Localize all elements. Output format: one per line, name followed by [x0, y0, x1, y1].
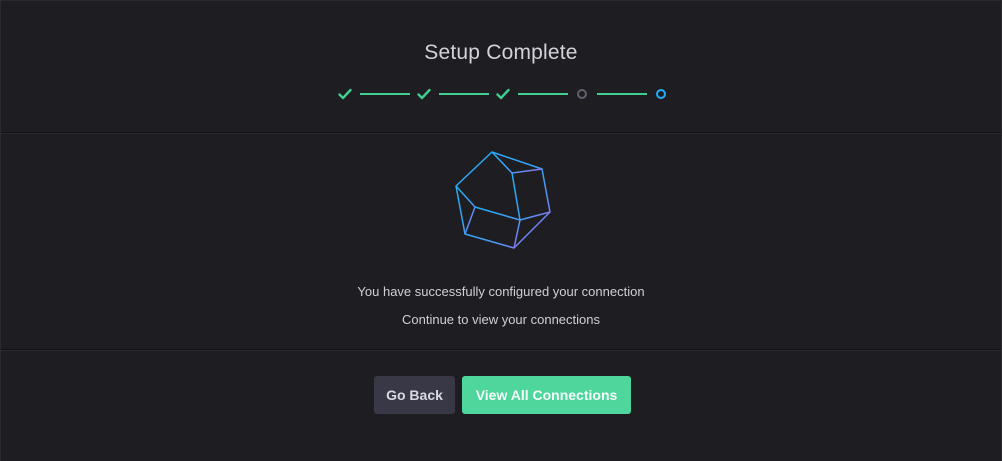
wizard-body: You have successfully configured your co… [1, 133, 1001, 350]
success-message: You have successfully configured your co… [357, 284, 645, 299]
step-connector [518, 93, 568, 95]
wizard-footer: Go Back View All Connections [1, 350, 1001, 461]
step-4-circle-icon [573, 85, 591, 103]
step-5-circle-icon [652, 85, 670, 103]
continue-message: Continue to view your connections [401, 312, 600, 327]
step-3-check-icon [494, 85, 512, 103]
wizard-frame: Setup Complete You have successfully con… [0, 0, 1002, 461]
step-connector [439, 93, 489, 95]
crystal-icon [455, 151, 551, 249]
step-2-check-icon [415, 85, 433, 103]
step-connector [597, 93, 647, 95]
wizard-header: Setup Complete [1, 1, 1001, 133]
go-back-button[interactable]: Go Back [374, 376, 455, 414]
page-title: Setup Complete [424, 41, 578, 64]
view-all-connections-button[interactable]: View All Connections [462, 376, 631, 414]
step-1-check-icon [336, 85, 354, 103]
step-connector [360, 93, 410, 95]
